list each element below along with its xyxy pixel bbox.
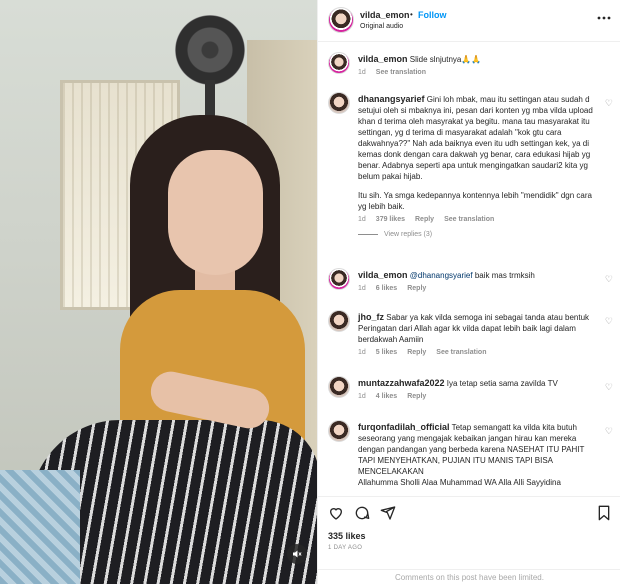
comment-avatar[interactable] [328, 92, 350, 114]
comment-username[interactable]: muntazzahwafa2022 [358, 378, 445, 388]
post-date: 1 DAY AGO [328, 545, 363, 551]
comment-avatar[interactable] [328, 310, 350, 332]
caption-avatar[interactable] [328, 52, 350, 74]
comment-mention[interactable]: @dhanangsyarief [410, 271, 473, 280]
comment-text: Gini loh mbak, mau itu settingan atau su… [358, 95, 593, 181]
comment-reply-button[interactable]: Reply [407, 285, 426, 292]
speaker-muted-icon [293, 550, 302, 558]
comment-username[interactable]: furqonfadilah_official [358, 422, 450, 432]
caption-username[interactable]: vilda_emon [358, 54, 408, 64]
comment-time: 1d [358, 349, 366, 356]
comment-see-translation[interactable]: See translation [444, 216, 494, 223]
comment-likes[interactable]: 379 likes [376, 216, 405, 223]
bed-sheet [0, 470, 80, 584]
comment-text-continued: Allahumma Sholli Alaa Muhammad WA Alla A… [358, 478, 561, 487]
view-replies-button[interactable]: View replies (3) [358, 231, 598, 238]
audio-label[interactable]: Original audio [360, 23, 403, 30]
view-replies-label: View replies (3) [384, 231, 433, 238]
comment-avatar[interactable] [328, 376, 350, 398]
like-heart-icon[interactable]: ♡ [605, 426, 613, 437]
author-username[interactable]: vilda_emon [360, 10, 410, 20]
like-heart-icon[interactable]: ♡ [605, 316, 613, 327]
post-details-panel: vilda_emon • Follow Original audio vilda… [317, 0, 620, 584]
comment-username[interactable]: dhanangsyarief [358, 94, 425, 104]
post-header: vilda_emon • Follow Original audio [318, 0, 620, 42]
comments-limited-notice: Comments on this post have been limited. [318, 569, 620, 584]
like-heart-icon[interactable]: ♡ [605, 274, 613, 285]
heart-icon[interactable] [328, 505, 344, 521]
wall-fan [175, 15, 245, 85]
comment-username[interactable]: vilda_emon [358, 270, 408, 280]
comment-avatar[interactable] [328, 420, 350, 442]
comment-likes[interactable]: 4 likes [376, 393, 397, 400]
author-avatar[interactable] [328, 7, 354, 33]
comment-reply-button[interactable]: Reply [415, 216, 434, 223]
comment-reply-button[interactable]: Reply [407, 349, 426, 356]
comment-text-continued: Itu sih. Ya smga kedepannya kontennya le… [358, 191, 592, 211]
header-separator: • [410, 10, 413, 19]
post-media[interactable] [0, 0, 317, 584]
action-bar [328, 505, 611, 523]
comment-icon[interactable] [354, 505, 370, 521]
wall-fan-stem [205, 80, 215, 120]
comment-reply-button[interactable]: Reply [407, 393, 426, 400]
comment-time: 1d [358, 393, 366, 400]
comment-text: baik mas trmksih [474, 271, 535, 280]
comments-list[interactable]: vilda_emon Slide slnjutnya🙏🙏 1d See tran… [318, 42, 620, 496]
post-likes-count[interactable]: 335 likes [328, 531, 366, 541]
post-footer: 335 likes 1 DAY AGO Comments on this pos… [318, 496, 620, 584]
bookmark-icon[interactable] [597, 505, 611, 521]
comment-avatar[interactable] [328, 268, 350, 290]
like-heart-icon[interactable]: ♡ [605, 98, 613, 109]
comment-likes[interactable]: 5 likes [376, 349, 397, 356]
share-icon[interactable] [380, 505, 396, 521]
caption-text: Slide slnjutnya🙏🙏 [409, 55, 482, 64]
comment-time: 1d [358, 216, 366, 223]
comment-text: Iya tetap setia sama zavilda TV [446, 379, 558, 388]
comment-username[interactable]: jho_fz [358, 312, 384, 322]
comment-likes[interactable]: 6 likes [376, 285, 397, 292]
comment-time: 1d [358, 285, 366, 292]
comment-text: Sabar ya kak vilda semoga ini sebagai ta… [358, 313, 590, 344]
comment-see-translation[interactable]: See translation [436, 349, 486, 356]
person-face [168, 150, 263, 275]
caption-time: 1d [358, 69, 366, 76]
view-replies-line [358, 234, 378, 235]
like-heart-icon[interactable]: ♡ [605, 382, 613, 393]
caption-see-translation[interactable]: See translation [376, 69, 426, 76]
mute-button[interactable] [287, 544, 307, 564]
more-horizontal-icon[interactable] [597, 16, 611, 20]
follow-button[interactable]: Follow [418, 10, 447, 20]
